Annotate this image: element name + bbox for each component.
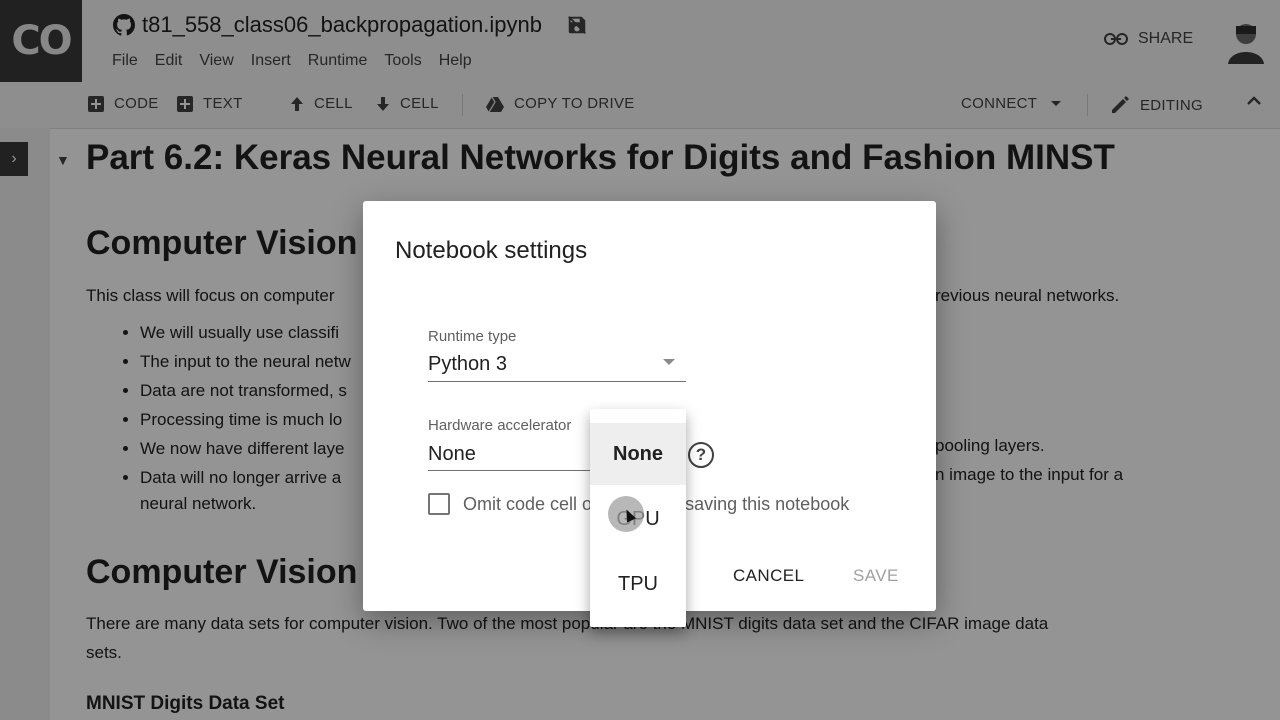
dropdown-option-none[interactable]: None: [590, 423, 686, 485]
hardware-accelerator-select[interactable]: None: [428, 443, 476, 466]
runtime-type-label: Runtime type: [428, 328, 517, 345]
chevron-down-icon[interactable]: [663, 359, 675, 365]
hardware-accelerator-label: Hardware accelerator: [428, 417, 572, 434]
save-button[interactable]: SAVE: [853, 566, 899, 586]
runtime-type-select[interactable]: Python 3: [428, 353, 507, 376]
omit-output-checkbox[interactable]: [428, 493, 450, 515]
cancel-button[interactable]: CANCEL: [733, 566, 804, 586]
help-icon[interactable]: ?: [688, 442, 714, 468]
dropdown-option-tpu[interactable]: TPU: [590, 553, 686, 615]
dialog-title: Notebook settings: [395, 237, 588, 264]
runtime-type-underline: [428, 381, 686, 382]
